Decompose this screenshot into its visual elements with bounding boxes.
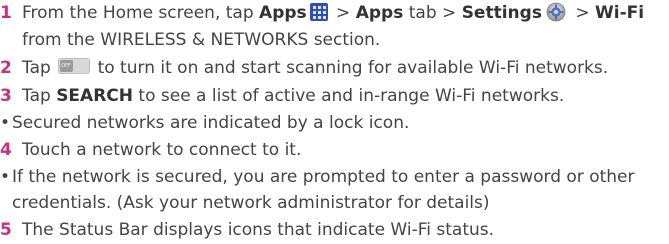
- settings-gear-icon: [546, 2, 566, 22]
- separator: >: [330, 3, 356, 23]
- bullet-symbol: •: [0, 113, 11, 133]
- step-3-intro: Tap: [22, 86, 57, 106]
- settings-label: Settings: [461, 3, 542, 23]
- step-2-intro: Tap: [22, 58, 57, 78]
- apps-grid-icon: [309, 3, 328, 21]
- bullet-text: If the network is secured, you are promp…: [12, 167, 635, 187]
- toggle-off-label: OFF: [61, 63, 71, 69]
- instruction-document: 1 From the Home screen, tap Apps > Apps …: [0, 0, 669, 244]
- apps-label: Apps: [259, 3, 307, 23]
- apps-tab-label: Apps: [355, 3, 404, 23]
- separator: >: [569, 3, 595, 23]
- step-text: Touch a network to connect to it.: [22, 140, 302, 160]
- step-number: 5: [0, 220, 12, 240]
- search-label: SEARCH: [56, 86, 133, 106]
- step-text: Tap SEARCH to see a list of active and i…: [22, 84, 564, 108]
- step-3-rest: to see a list of active and in-range Wi-…: [133, 86, 565, 106]
- step-number: 4: [0, 140, 12, 160]
- step-number: 2: [0, 58, 12, 78]
- step-1-intro: From the Home screen, tap: [22, 3, 260, 23]
- bullet-text: Secured networks are indicated by a lock…: [12, 113, 410, 133]
- wifi-label: Wi-Fi: [595, 3, 645, 23]
- step-number: 3: [0, 86, 12, 106]
- step-2-rest: to turn it on and start scanning for ava…: [92, 58, 609, 78]
- step-text: From the Home screen, tap Apps > Apps ta…: [22, 1, 644, 25]
- step-number: 1: [0, 3, 12, 23]
- off-toggle-icon: OFF: [58, 58, 91, 74]
- step-text: The Status Bar displays icons that indic…: [22, 220, 495, 240]
- bullet-symbol: •: [0, 167, 11, 187]
- tab-text: tab >: [403, 3, 462, 23]
- bullet-text-continuation: credentials. (Ask your network administr…: [12, 193, 490, 213]
- step-text: Tap OFF to turn it on and start scanning…: [22, 56, 608, 80]
- step-1-continuation: from the WIRELESS & NETWORKS section.: [22, 30, 381, 50]
